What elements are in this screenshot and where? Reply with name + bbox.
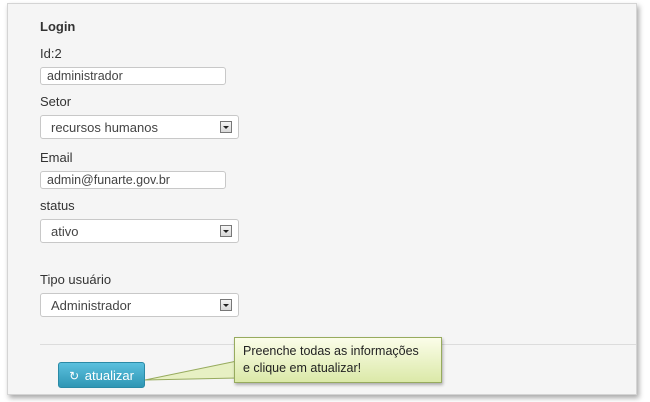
callout-text-line1: Preenche todas as informações [243, 344, 419, 358]
callout-tooltip: Preenche todas as informações e clique e… [234, 337, 442, 383]
callout-text-line2: e clique em atualizar! [243, 361, 362, 375]
